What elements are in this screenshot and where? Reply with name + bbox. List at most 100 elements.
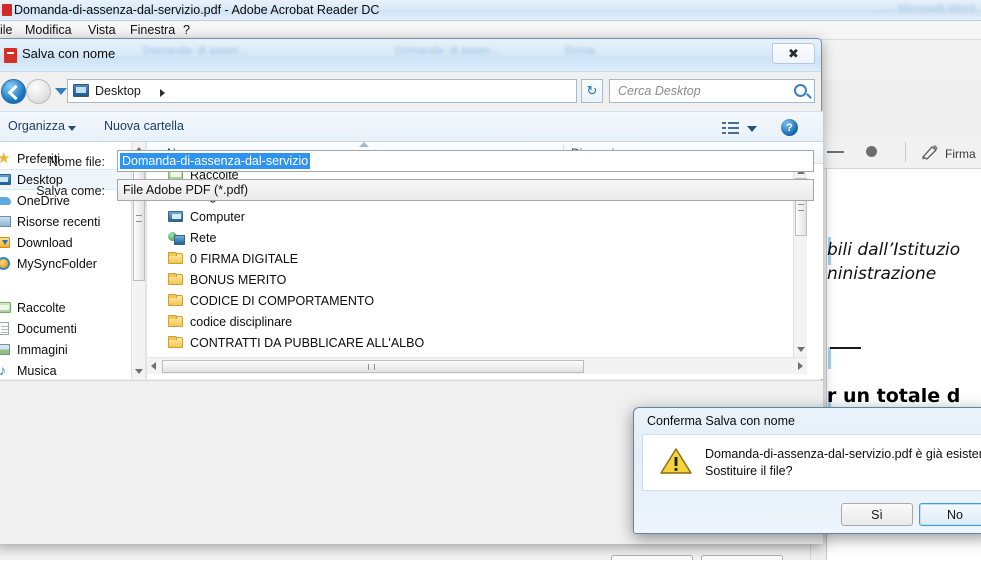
help-icon[interactable]: ? [781, 119, 798, 136]
acrobat-toolbar-row: Firma [816, 135, 981, 169]
music-icon: ♪ [0, 362, 6, 378]
save-as-type-value: File Adobe PDF (*.pdf) [123, 183, 249, 197]
scroll-thumb[interactable] [133, 156, 145, 281]
scroll-thumb[interactable] [162, 360, 584, 373]
folder-icon [167, 293, 184, 308]
file-list-horizontal-scrollbar[interactable] [147, 357, 807, 374]
organize-chevron-down-icon[interactable] [68, 126, 76, 131]
file-name: CODICE DI COMPORTAMENTO [190, 293, 375, 308]
acrobat-window-title: Domanda-di-assenza-dal-servizio.pdf - Ad… [14, 3, 380, 17]
navigation-pane: ★ Preferiti Desktop OneDrive Risorse rec… [0, 142, 145, 379]
file-name-input[interactable]: Domanda-di-assenza-dal-servizio [117, 150, 814, 172]
acrobat-toolbar: Firma [816, 80, 981, 169]
confirm-dialog-body: Domanda-di-assenza-dal-servizio.pdf è gi… [642, 434, 981, 491]
scroll-left-arrow-icon[interactable] [151, 362, 156, 370]
table-row[interactable]: Computer [147, 206, 807, 227]
search-input[interactable]: Cerca Desktop [609, 79, 815, 103]
confirm-dialog-title: Conferma Salva con nome [647, 414, 795, 428]
doc-text-line-2: ninistrazione [827, 264, 937, 284]
sidebar-item-musica[interactable]: ♪ Musica [0, 360, 131, 379]
scroll-down-arrow-icon[interactable] [135, 369, 143, 374]
sort-ascending-icon [359, 142, 369, 147]
libraries-icon [0, 300, 12, 315]
forward-button-icon[interactable] [26, 79, 51, 104]
view-mode-icon[interactable] [722, 121, 740, 135]
sidebar-item-mysyncfolder[interactable]: MySyncFolder [0, 253, 131, 274]
network-icon [167, 230, 185, 245]
zoom-out-icon[interactable] [827, 151, 844, 153]
toolbar-separator [905, 142, 906, 162]
nav-group-raccolte[interactable]: Raccolte [0, 297, 131, 318]
close-button[interactable]: ✖ [772, 43, 815, 64]
folder-icon [167, 272, 184, 287]
save-as-title: Salva con nome [22, 46, 116, 61]
file-name: BONUS MERITO [190, 272, 287, 287]
menu-help[interactable]: ? [183, 23, 190, 37]
file-name: codice disciplinare [190, 314, 293, 329]
download-icon [0, 235, 12, 250]
save-as-type-label: Salva come: [36, 184, 105, 198]
new-folder-button[interactable]: Nuova cartella [104, 119, 184, 133]
save-as-type-select[interactable]: File Adobe PDF (*.pdf) [117, 179, 814, 201]
screen-root: Domanda-di-assenza-dal-servizio.pdf - Ad… [0, 0, 981, 583]
table-row[interactable]: BONUS MERITO [147, 269, 807, 290]
sidebar-item-risorse-recenti[interactable]: Risorse recenti [0, 211, 131, 232]
file-name: CONTRATTI DA PUBBLICARE ALL'ALBO [190, 335, 425, 350]
table-row[interactable]: CODICE DI COMPORTAMENTO [147, 290, 807, 311]
nav-group-label: Raccolte [17, 300, 66, 315]
sign-pen-icon[interactable] [920, 144, 940, 161]
ghost-tab-3: Doma [565, 45, 595, 57]
breadcrumb-desktop[interactable]: Desktop [95, 84, 141, 98]
table-row[interactable]: Rete [147, 227, 807, 248]
scroll-down-arrow-icon[interactable] [797, 347, 805, 352]
doc-text-line-1: bili dall’Istituzio [827, 240, 961, 260]
no-button[interactable]: No [919, 503, 981, 526]
ghost-tab-2: Domanda- di assen... [395, 45, 500, 57]
menu-file[interactable]: ile [0, 23, 13, 37]
bottom-strip [0, 560, 981, 583]
file-name: 0 FIRMA DIGITALE [190, 251, 299, 266]
sidebar-item-immagini[interactable]: Immagini [0, 339, 131, 360]
confirm-save-as-dialog: Conferma Salva con nome Domanda-di-assen… [633, 407, 981, 534]
file-name: Rete [190, 230, 217, 245]
table-row[interactable]: CONTRATTI DA PUBBLICARE ALL'ALBO [147, 332, 807, 353]
command-bar: Organizza Nuova cartella ? [0, 111, 823, 142]
dialog-panes: ★ Preferiti Desktop OneDrive Risorse rec… [0, 142, 823, 379]
menu-modifica[interactable]: Modifica [25, 23, 72, 37]
confirm-message-line-1: Domanda-di-assenza-dal-servizio.pdf è gi… [705, 447, 981, 461]
sidebar-item-documenti[interactable]: Documenti [0, 318, 131, 339]
organize-button[interactable]: Organizza [8, 119, 65, 133]
table-row[interactable]: codice disciplinare [147, 311, 807, 332]
document-icon [0, 321, 12, 336]
breadcrumb-chevron-right-icon[interactable] [160, 89, 165, 97]
menu-finestra[interactable]: Finestra [130, 23, 175, 37]
back-button-icon[interactable] [1, 79, 26, 104]
record-dot-icon[interactable] [866, 146, 877, 157]
confirm-dialog-message: Domanda-di-assenza-dal-servizio.pdf è gi… [705, 446, 981, 480]
picture-icon [0, 342, 12, 357]
sign-label[interactable]: Firma [945, 147, 976, 161]
file-name-value: Domanda-di-assenza-dal-servizio [120, 153, 311, 169]
sidebar-item-label: Immagini [17, 342, 68, 357]
recent-locations-chevron-down-icon[interactable] [55, 88, 67, 95]
refresh-button[interactable]: ↻ [581, 79, 603, 103]
sync-folder-icon [0, 256, 12, 271]
folder-icon [167, 335, 184, 350]
doc-text-line-3: r un totale d [827, 385, 961, 407]
sidebar-item-label: Download [17, 235, 73, 250]
sidebar-item-download[interactable]: Download [0, 232, 131, 253]
acrobat-title-bar: Domanda-di-assenza-dal-servizio.pdf - Ad… [0, 0, 981, 21]
navigation-scrollbar[interactable] [131, 142, 145, 379]
recent-places-icon [0, 214, 12, 229]
background-window-title: ... - Microsoft Word [878, 3, 975, 15]
save-as-title-bar: Salva con nome Domanda- di assen... Doma… [0, 39, 821, 72]
save-as-app-icon [4, 48, 17, 63]
address-bar[interactable]: Desktop [67, 79, 644, 103]
folder-icon [167, 314, 184, 329]
confirm-message-line-2: Sostituire il file? [705, 464, 793, 478]
yes-button[interactable]: Sì [841, 503, 913, 526]
scroll-right-arrow-icon[interactable] [798, 362, 803, 370]
view-mode-chevron-down-icon[interactable] [747, 126, 757, 132]
table-row[interactable]: 0 FIRMA DIGITALE [147, 248, 807, 269]
menu-vista[interactable]: Vista [88, 23, 116, 37]
